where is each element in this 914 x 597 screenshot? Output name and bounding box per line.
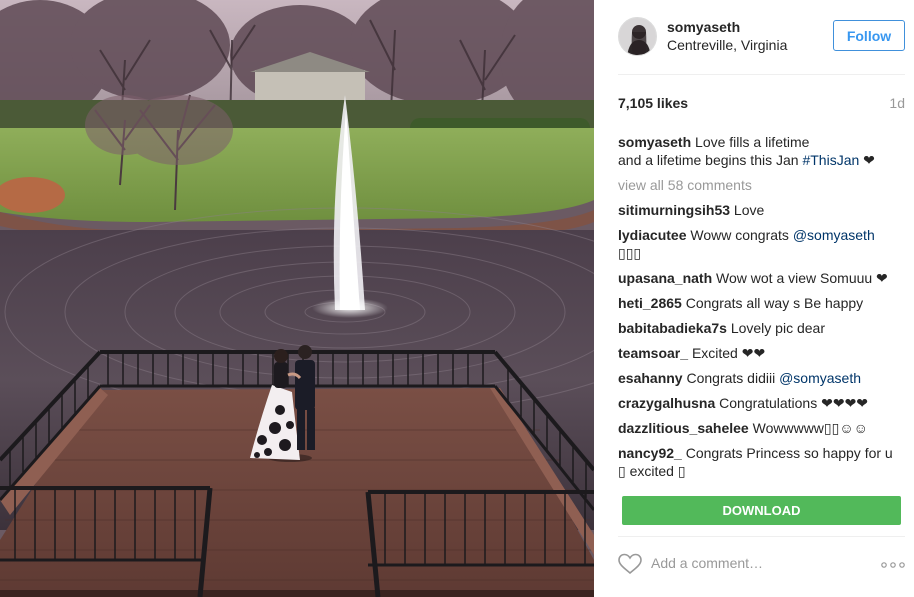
comment-username[interactable]: heti_2865 [618, 295, 682, 311]
post-photo[interactable] [0, 0, 594, 597]
caption-heart: ❤ [863, 152, 875, 168]
post-footer: Add a comment… [618, 536, 905, 591]
comment-item: dazzlitious_sahelee Wowwwww▯▯☺☺ [618, 419, 898, 437]
photo-scene [0, 0, 594, 597]
comment-item: babitabadieka7s Lovely pic dear [618, 319, 898, 337]
comment-username[interactable]: sitimurningsih53 [618, 202, 730, 218]
more-options-icon[interactable] [881, 557, 905, 568]
comment-username[interactable]: upasana_nath [618, 270, 712, 286]
comment-mention[interactable]: @somyaseth [793, 227, 875, 243]
caption-text-line1: Love fills a lifetime [695, 134, 810, 150]
comment-text: Wowwwww▯▯☺☺ [752, 420, 868, 436]
location-link[interactable]: Centreville, Virginia [667, 37, 787, 53]
caption: somyaseth Love fills a lifetime and a li… [618, 133, 898, 169]
comment-item: heti_2865 Congrats all way s Be happy [618, 294, 898, 312]
comment-text: Love [733, 202, 765, 218]
comment-text: Congrats didiii [686, 370, 776, 386]
post-header: somyaseth Centreville, Virginia Follow [618, 17, 905, 75]
comment-item: crazygalhusna Congratulations ❤❤❤❤ [618, 394, 898, 412]
post-sidebar: somyaseth Centreville, Virginia Follow 7… [594, 0, 914, 597]
comment-username[interactable]: dazzlitious_sahelee [618, 420, 749, 436]
username-link[interactable]: somyaseth [667, 19, 740, 35]
caption-hashtag[interactable]: #ThisJan [802, 152, 859, 168]
avatar[interactable] [618, 17, 657, 56]
comment-item: lydiacutee Woww congrats @somyaseth ▯▯▯ [618, 226, 898, 262]
heart-outline-icon[interactable] [618, 553, 642, 575]
comment-item: nancy92_ Congrats Princess so happy for … [618, 444, 898, 480]
caption-text-line2: and a lifetime begins this Jan [618, 152, 799, 168]
comment-text: Congrats all way s Be happy [685, 295, 864, 311]
comments-list: somyaseth Love fills a lifetime and a li… [618, 133, 898, 495]
comment-text: Woww congrats [690, 227, 789, 243]
comment-username[interactable]: lydiacutee [618, 227, 686, 243]
likes-row: 7,105 likes 1d [618, 95, 905, 115]
comment-item: sitimurningsih53 Love [618, 201, 898, 219]
follow-button[interactable]: Follow [833, 20, 905, 51]
download-button[interactable]: DOWNLOAD [622, 496, 901, 525]
comment-username[interactable]: nancy92_ [618, 445, 682, 461]
view-all-comments-link[interactable]: view all 58 comments [618, 176, 898, 194]
comment-text: Congratulations ❤❤❤❤ [719, 395, 869, 411]
comment-text: Wow wot a view Somuuu ❤ [716, 270, 888, 286]
post-timestamp[interactable]: 1d [889, 95, 905, 111]
comment-text-after: ▯▯▯ [618, 245, 642, 261]
comment-username[interactable]: teamsoar_ [618, 345, 688, 361]
comment-item: upasana_nath Wow wot a view Somuuu ❤ [618, 269, 898, 287]
comment-text: Lovely pic dear [730, 320, 825, 336]
comment-username[interactable]: babitabadieka7s [618, 320, 727, 336]
comment-text: Excited ❤❤ [691, 345, 766, 361]
caption-username[interactable]: somyaseth [618, 134, 691, 150]
add-comment-input[interactable]: Add a comment… [651, 555, 851, 571]
comment-mention[interactable]: @somyaseth [779, 370, 861, 386]
likes-count[interactable]: 7,105 likes [618, 95, 688, 111]
comment-username[interactable]: esahanny [618, 370, 683, 386]
comment-username[interactable]: crazygalhusna [618, 395, 715, 411]
comment-item: esahanny Congrats didiii @somyaseth [618, 369, 898, 387]
comment-item: teamsoar_ Excited ❤❤ [618, 344, 898, 362]
